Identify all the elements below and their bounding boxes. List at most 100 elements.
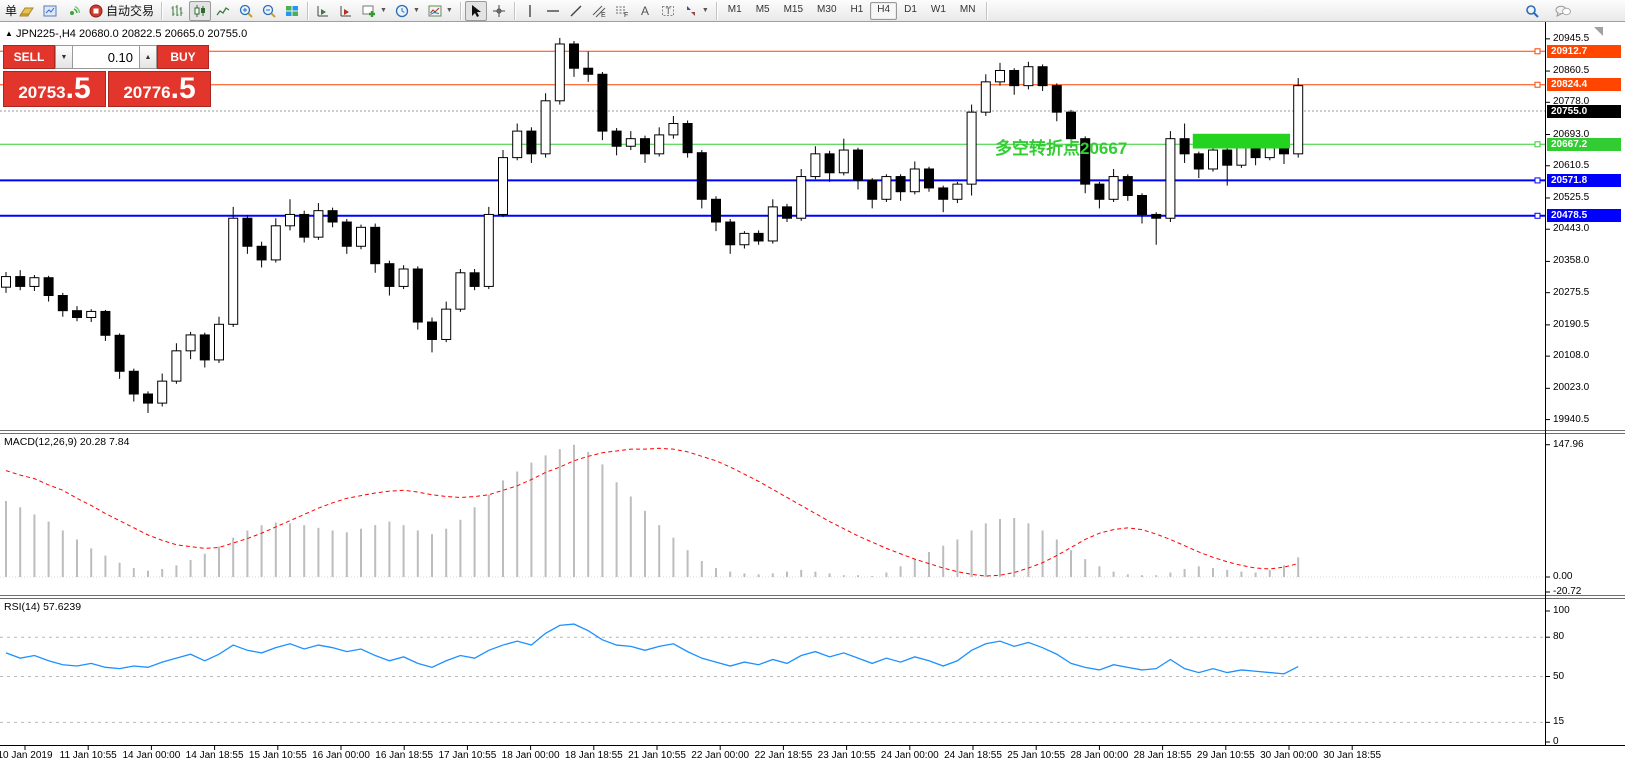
cursor-button[interactable] (465, 1, 487, 21)
timeframe-M1[interactable]: M1 (721, 2, 749, 20)
label-button[interactable]: T (657, 1, 679, 21)
signal-icon (65, 3, 81, 19)
volume-input[interactable] (73, 45, 139, 69)
timeframe-M15[interactable]: M15 (777, 2, 810, 20)
time-axis-label: 28 Jan 18:55 (1134, 750, 1192, 761)
chart-symbol-period: JPN225-,H4 (16, 28, 76, 40)
chart-canvas[interactable] (0, 0, 1625, 767)
rsi-axis-tick: 100 (1553, 605, 1570, 616)
time-axis-label: 25 Jan 10:55 (1007, 750, 1065, 761)
new-chart-button[interactable]: ▼ (358, 1, 390, 21)
equidistant-channel-button[interactable]: E (588, 1, 610, 21)
timeframe-group: M1M5M15M30H1H4D1W1MN (721, 2, 983, 20)
zoom-in-button[interactable] (235, 1, 257, 21)
horizontal-line-button[interactable] (542, 1, 564, 21)
time-axis-label: 11 Jan 10:55 (60, 750, 117, 761)
chat-icon (1554, 3, 1572, 19)
toolbar-separator (716, 2, 717, 20)
sell-button[interactable]: SELL (3, 45, 55, 69)
shift-end-icon (315, 3, 331, 19)
autotrading-button[interactable]: 自动交易 (85, 1, 157, 21)
chart-title: ▲ JPN225-,H4 20680.0 20822.5 20665.0 207… (5, 28, 247, 40)
mt4-window: 单 自动交易 (0, 0, 1625, 767)
highlight-rectangle-object[interactable] (1193, 134, 1290, 149)
vertical-line-icon (522, 3, 538, 19)
volume-decrease-button[interactable]: ▼ (55, 45, 73, 69)
one-click-trade-panel: SELL ▼ ▲ BUY 20753 .5 20776 .5 (3, 45, 213, 107)
macd-axis-tick: 0.00 (1553, 571, 1572, 582)
time-axis-label: 24 Jan 18:55 (944, 750, 1002, 761)
sell-price[interactable]: 20753 .5 (3, 71, 106, 107)
time-axis-label: 14 Jan 00:00 (122, 750, 180, 761)
price-axis-tick: 20860.5 (1553, 65, 1589, 76)
bar-chart-button[interactable] (166, 1, 188, 21)
macd-indicator-label: MACD(12,26,9) 20.28 7.84 (4, 436, 130, 448)
charts-window-button[interactable] (39, 1, 61, 21)
tile-windows-button[interactable] (281, 1, 303, 21)
auto-scroll-button[interactable] (335, 1, 357, 21)
equidistant-channel-icon: E (591, 3, 607, 19)
buy-button[interactable]: BUY (157, 45, 209, 69)
timeframe-M5[interactable]: M5 (749, 2, 777, 20)
candlestick-icon (192, 3, 208, 19)
templates-button[interactable]: ▼ (424, 1, 456, 21)
timeframe-M30[interactable]: M30 (810, 2, 843, 20)
chat-button[interactable] (1551, 1, 1575, 21)
signal-button[interactable] (62, 1, 84, 21)
sell-price-main: 20753 (18, 76, 65, 110)
time-axis-label: 16 Jan 00:00 (312, 750, 370, 761)
text-button[interactable]: A (634, 1, 656, 21)
charts-window-icon (42, 3, 58, 19)
search-button[interactable] (1521, 1, 1543, 21)
trendline-button[interactable] (565, 1, 587, 21)
periods-button[interactable]: ▼ (391, 1, 423, 21)
trendline-icon (568, 3, 584, 19)
zoom-out-icon (261, 3, 277, 19)
toolbar-separator (161, 2, 162, 20)
price-line-badge: 20912.7 (1547, 45, 1621, 58)
volume-increase-button[interactable]: ▲ (139, 45, 157, 69)
toolbar: 单 自动交易 (0, 0, 1625, 22)
tile-windows-icon (284, 3, 300, 19)
crosshair-icon (491, 3, 507, 19)
svg-text:T: T (665, 6, 671, 16)
price-axis-tick: 19940.5 (1553, 414, 1589, 425)
time-axis-label: 22 Jan 00:00 (691, 750, 749, 761)
time-axis-label: 30 Jan 00:00 (1260, 750, 1318, 761)
time-axis-label: 24 Jan 00:00 (881, 750, 939, 761)
arrows-button[interactable]: ▼ (680, 1, 712, 21)
vertical-line-button[interactable] (519, 1, 541, 21)
price-line-badge: 20667.2 (1547, 138, 1621, 151)
chart-scroll-marker (1594, 27, 1603, 36)
time-axis-label: 28 Jan 00:00 (1070, 750, 1128, 761)
buy-price[interactable]: 20776 .5 (108, 71, 211, 107)
fibonacci-icon: F (614, 3, 630, 19)
label-icon: T (660, 3, 676, 19)
chart-annotation-text[interactable]: 多空转折点20667 (995, 134, 1127, 159)
buy-price-main: 20776 (123, 76, 170, 110)
templates-icon (427, 3, 443, 19)
svg-text:E: E (601, 12, 606, 19)
crosshair-button[interactable] (488, 1, 510, 21)
rsi-axis-tick: 50 (1553, 671, 1564, 682)
timeframe-W1[interactable]: W1 (924, 2, 953, 20)
price-axis-tick: 20610.5 (1553, 160, 1589, 171)
collapse-triangle-icon: ▲ (5, 29, 13, 38)
price-axis-tick: 20190.5 (1553, 319, 1589, 330)
rsi-indicator-label: RSI(14) 57.6239 (4, 601, 81, 613)
timeframe-MN[interactable]: MN (953, 2, 983, 20)
price-line-badge: 20571.8 (1547, 174, 1621, 187)
timeframe-H1[interactable]: H1 (844, 2, 871, 20)
new-order-button[interactable]: 单 (2, 1, 38, 21)
zoom-out-button[interactable] (258, 1, 280, 21)
toolbar-separator (986, 2, 987, 20)
candlestick-button[interactable] (189, 1, 211, 21)
price-axis-tick: 20525.5 (1553, 192, 1589, 203)
timeframe-H4[interactable]: H4 (870, 2, 897, 20)
fibonacci-button[interactable]: F (611, 1, 633, 21)
line-chart-button[interactable] (212, 1, 234, 21)
shift-end-button[interactable] (312, 1, 334, 21)
timeframe-D1[interactable]: D1 (897, 2, 924, 20)
rsi-axis-tick: 15 (1553, 716, 1564, 727)
price-axis-tick: 20358.0 (1553, 255, 1589, 266)
